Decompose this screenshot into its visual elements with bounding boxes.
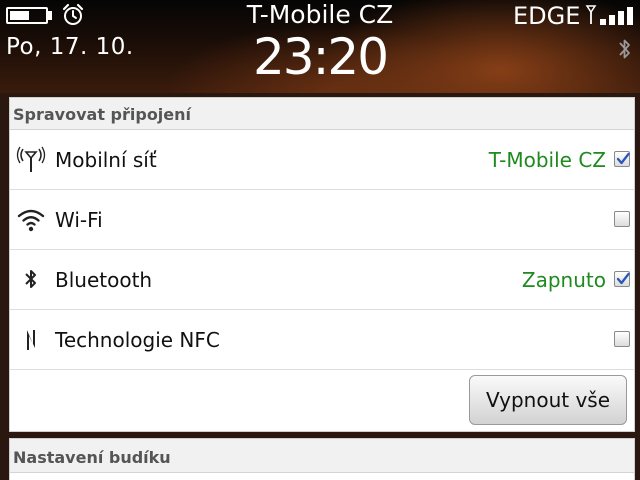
connection-row-nfc[interactable]: Technologie NFC xyxy=(10,310,634,370)
status-bar: Po, 17. 10. T-Mobile CZ 23:20 EDGE xyxy=(0,0,640,93)
connection-row-wifi[interactable]: Wi-Fi xyxy=(10,190,634,250)
network-type: EDGE xyxy=(513,2,581,30)
bluetooth-icon xyxy=(25,270,36,288)
panel-title: Spravovat připojení xyxy=(10,98,634,130)
connection-row-bluetooth[interactable]: Bluetooth Zapnuto xyxy=(10,250,634,310)
wifi-checkbox[interactable] xyxy=(614,211,630,227)
clock-time: 23:20 xyxy=(252,28,389,86)
mobile-network-checkbox[interactable] xyxy=(614,151,630,167)
connection-label: Mobilní síť xyxy=(55,148,157,172)
connection-status: Zapnuto xyxy=(521,268,606,292)
bluetooth-checkbox[interactable] xyxy=(614,271,630,287)
nfc-checkbox[interactable] xyxy=(614,331,630,347)
bluetooth-status-icon xyxy=(619,39,630,59)
connection-row-mobile-network[interactable]: Mobilní síť T-Mobile CZ xyxy=(10,130,634,190)
panel-footer: Vypnout vše xyxy=(10,370,634,431)
connection-label: Wi-Fi xyxy=(55,208,103,232)
signal-strength-icon xyxy=(585,5,633,25)
wifi-icon xyxy=(17,209,45,232)
connection-label: Bluetooth xyxy=(55,268,153,292)
alarm-settings-title[interactable]: Nastavení budíku xyxy=(10,439,634,473)
manage-connections-panel: Spravovat připojení Mobilní síť T-Mobile… xyxy=(9,97,635,432)
connection-label: Technologie NFC xyxy=(55,328,220,352)
nfc-icon xyxy=(27,330,35,350)
checkmark-icon xyxy=(616,152,630,165)
connection-status: T-Mobile CZ xyxy=(488,148,606,172)
checkmark-icon xyxy=(616,272,630,285)
alarm-settings-panel: Nastavení budíku xyxy=(9,438,635,480)
antenna-icon xyxy=(16,146,46,172)
turn-off-all-button[interactable]: Vypnout vše xyxy=(469,375,627,425)
